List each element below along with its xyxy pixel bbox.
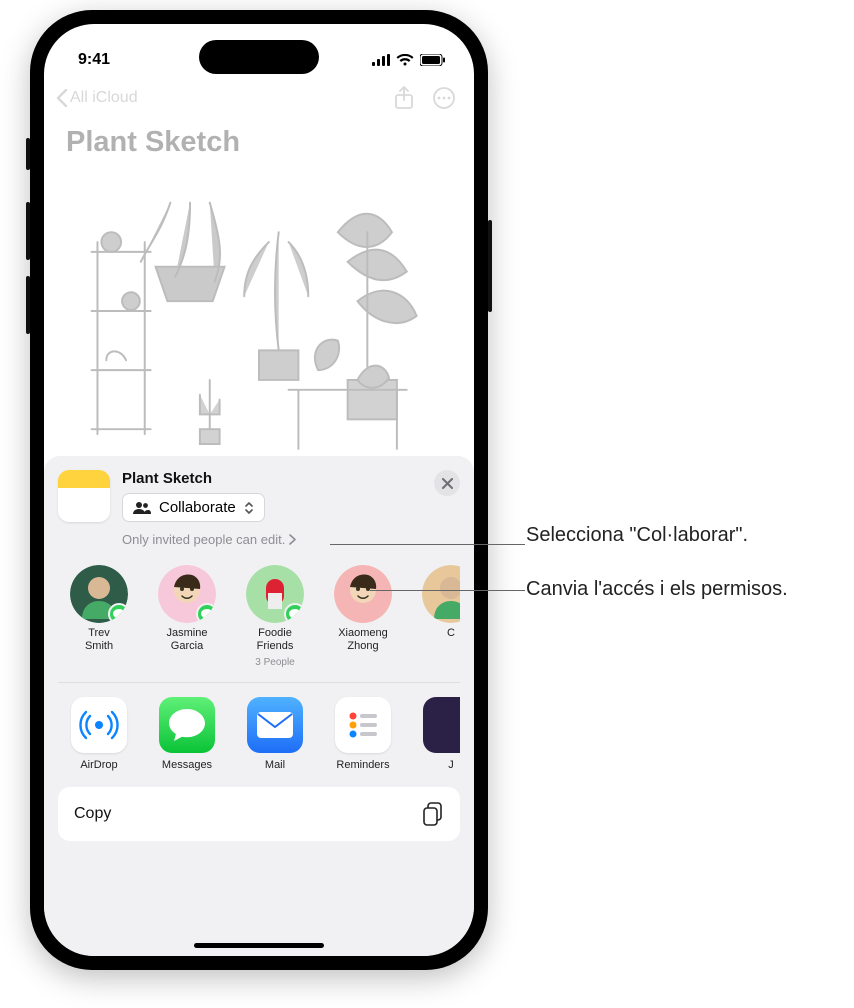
contact-item[interactable]: XiaomengZhong (324, 565, 402, 668)
share-sheet-title: Plant Sketch (122, 470, 422, 487)
share-icon[interactable] (394, 86, 414, 110)
note-body (44, 165, 474, 457)
airdrop-icon (71, 697, 127, 753)
app-item-messages[interactable]: Messages (148, 697, 226, 771)
chevron-right-icon (289, 534, 296, 545)
copy-action[interactable]: Copy (58, 787, 460, 841)
app-label: Reminders (336, 759, 389, 771)
contact-name: TrevSmith (85, 627, 113, 653)
status-time: 9:41 (78, 51, 110, 69)
avatar (422, 565, 460, 623)
power-button (488, 220, 492, 312)
contact-item[interactable]: TrevSmith (60, 565, 138, 668)
action-list: Copy (58, 787, 460, 841)
avatar (158, 565, 216, 623)
mail-icon (247, 697, 303, 753)
avatar (70, 565, 128, 623)
contact-name: FoodieFriends (257, 627, 294, 653)
contact-subtitle: 3 People (255, 657, 294, 668)
updown-chevron-icon (244, 501, 254, 515)
page-title: Plant Sketch (44, 118, 474, 165)
reminders-icon (335, 697, 391, 753)
app-label: J (448, 759, 454, 771)
contact-item[interactable]: FoodieFriends 3 People (236, 565, 314, 668)
copy-icon (422, 802, 444, 826)
screen: 9:41 All iCloud Plant Sketch (44, 24, 474, 956)
side-button (26, 138, 30, 170)
volume-down-button (26, 276, 30, 334)
plant-sketch-image (62, 171, 456, 451)
callout-text: Canvia l'accés i els permisos. (526, 576, 788, 603)
avatar (334, 565, 392, 623)
apps-row: AirDrop Messages Mail Reminders J (58, 683, 460, 785)
contact-item[interactable]: JasmineGarcia (148, 565, 226, 668)
contacts-row: TrevSmith JasmineGarcia FoodieFriends 3 Peo… (58, 557, 460, 683)
partial-icon (423, 697, 460, 753)
messages-icon (159, 697, 215, 753)
volume-up-button (26, 202, 30, 260)
people-icon (133, 501, 151, 514)
messages-badge-icon (108, 603, 128, 623)
collaborate-selector[interactable]: Collaborate (122, 493, 265, 522)
chevron-left-icon (56, 89, 68, 107)
messages-badge-icon (284, 603, 304, 623)
share-sheet: Plant Sketch Collaborate Only invited pe… (44, 456, 474, 956)
app-item-reminders[interactable]: Reminders (324, 697, 402, 771)
app-label: Mail (265, 759, 285, 771)
cellular-icon (372, 54, 390, 66)
more-icon[interactable] (432, 86, 456, 110)
back-label: All iCloud (70, 89, 138, 107)
app-item-airdrop[interactable]: AirDrop (60, 697, 138, 771)
close-button[interactable] (434, 470, 460, 496)
callout-text: Selecciona "Col·laborar". (526, 522, 748, 549)
avatar (246, 565, 304, 623)
back-button[interactable]: All iCloud (56, 89, 138, 107)
iphone-frame: 9:41 All iCloud Plant Sketch (30, 10, 488, 970)
app-label: AirDrop (80, 759, 117, 771)
contact-name: JasmineGarcia (167, 627, 208, 653)
permissions-label: Only invited people can edit. (122, 532, 285, 547)
app-label: Messages (162, 759, 212, 771)
dynamic-island (199, 40, 319, 74)
app-item-partial[interactable]: J (412, 697, 460, 771)
copy-label: Copy (74, 805, 111, 823)
home-indicator[interactable] (194, 943, 324, 948)
battery-icon (420, 54, 446, 66)
collaborate-label: Collaborate (159, 499, 236, 516)
close-icon (442, 478, 453, 489)
wifi-icon (396, 54, 414, 66)
app-item-mail[interactable]: Mail (236, 697, 314, 771)
callout-line (330, 544, 525, 545)
contact-name: XiaomengZhong (338, 627, 388, 653)
notes-app-icon (58, 470, 110, 522)
nav-bar: All iCloud (44, 78, 474, 118)
messages-badge-icon (196, 603, 216, 623)
callout-line (370, 590, 525, 591)
contact-item[interactable]: C (412, 565, 460, 668)
contact-name: C (447, 627, 455, 640)
